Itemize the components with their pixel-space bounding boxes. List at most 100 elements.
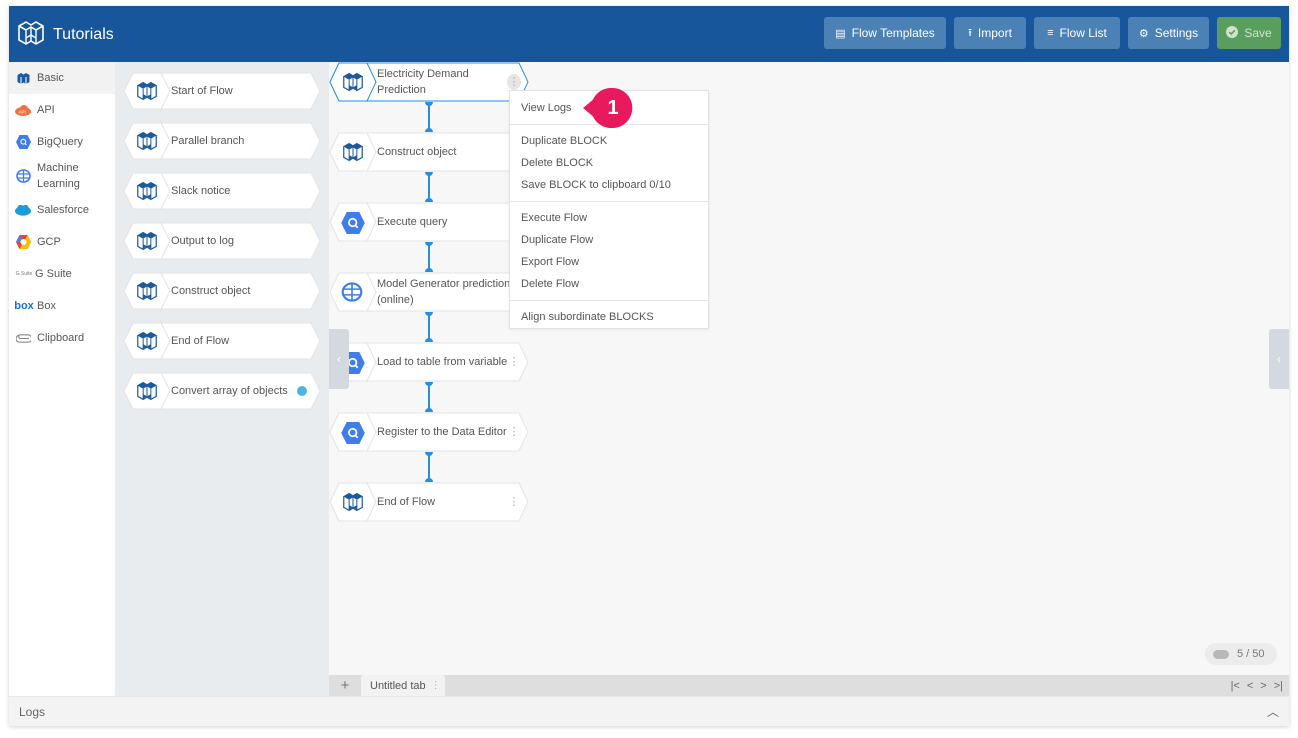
flow-block[interactable]: Construct object⋮ bbox=[329, 132, 529, 172]
logs-panel-bar[interactable]: Logs ︿ bbox=[9, 696, 1289, 726]
menu-item-duplicate-flow[interactable]: Duplicate Flow bbox=[510, 229, 708, 251]
menu-item-duplicate-block[interactable]: Duplicate BLOCK bbox=[510, 130, 708, 152]
tab-untitled[interactable]: Untitled tab ⋮ bbox=[361, 675, 445, 696]
category-machine-learning[interactable]: Machine Learning bbox=[9, 158, 115, 194]
settings-label: Settings bbox=[1154, 26, 1199, 40]
menu-item-delete-flow[interactable]: Delete Flow bbox=[510, 273, 708, 295]
palette-block[interactable]: Construct object bbox=[123, 272, 321, 310]
block-menu-icon[interactable]: ⋮ bbox=[507, 354, 521, 370]
palette-block[interactable]: Output to log bbox=[123, 222, 321, 260]
settings-button[interactable]: ⚙ Settings bbox=[1128, 17, 1209, 49]
bigquery-icon bbox=[341, 212, 365, 237]
block-cube-icon bbox=[135, 281, 159, 304]
last-tab-button[interactable]: >| bbox=[1274, 680, 1283, 692]
category-label: Basic bbox=[37, 72, 64, 84]
category-clipboard[interactable]: Clipboard bbox=[9, 322, 115, 354]
block-cube-icon bbox=[135, 331, 159, 354]
save-button[interactable]: Save bbox=[1217, 17, 1281, 49]
check-circle-icon bbox=[1226, 25, 1239, 41]
block-counter-text: 5 / 50 bbox=[1237, 648, 1265, 660]
chevron-up-icon[interactable]: ︿ bbox=[1267, 697, 1279, 726]
flow-block[interactable]: Load to table from variable ⋮ bbox=[329, 342, 529, 382]
palette-block-label: Slack notice bbox=[171, 185, 231, 197]
expand-properties-button[interactable]: ‹ bbox=[1269, 329, 1289, 389]
flow-block-label: End of Flow bbox=[377, 496, 436, 508]
chevron-left-icon: ‹ bbox=[1277, 352, 1281, 366]
category-box[interactable]: box Box bbox=[9, 290, 115, 322]
logo-cube-icon bbox=[17, 20, 45, 49]
paperclip-icon bbox=[15, 331, 31, 345]
block-cube-icon bbox=[341, 72, 365, 95]
category-sidebar: Basic API API BigQuery Machine Learning … bbox=[9, 62, 115, 696]
block-palette: Start of Flow Parallel branch Slack noti… bbox=[115, 62, 329, 696]
flow-block[interactable]: Model Generator prediction (online)⋮ bbox=[329, 272, 529, 312]
bigquery-icon bbox=[341, 422, 365, 447]
tab-menu-icon[interactable]: ⋮ bbox=[431, 680, 441, 691]
category-label: GCP bbox=[37, 236, 61, 248]
collapse-palette-button[interactable]: ‹ bbox=[329, 329, 349, 389]
import-button[interactable]: ⭱ Import bbox=[954, 17, 1026, 49]
category-bigquery[interactable]: BigQuery bbox=[9, 126, 115, 158]
palette-block-label: End of Flow bbox=[171, 335, 230, 347]
palette-block-label: Start of Flow bbox=[171, 85, 233, 97]
flow-block[interactable]: End of Flow ⋮ bbox=[329, 482, 529, 522]
flow-block[interactable]: Register to the Data Editor ⋮ bbox=[329, 412, 529, 452]
palette-block[interactable]: Convert array of objects bbox=[123, 372, 321, 410]
palette-block[interactable]: Parallel branch bbox=[123, 122, 321, 160]
add-tab-button[interactable]: + bbox=[337, 675, 353, 696]
first-tab-button[interactable]: |< bbox=[1231, 680, 1240, 692]
info-badge-icon[interactable] bbox=[297, 386, 307, 396]
flow-list-button[interactable]: ≡ Flow List bbox=[1034, 17, 1120, 49]
prev-tab-button[interactable]: < bbox=[1247, 680, 1253, 692]
flow-block-label: Load to table from variable bbox=[377, 356, 508, 368]
app-window: Tutorials ▤ Flow Templates ⭱ Import ≡ Fl… bbox=[9, 6, 1289, 726]
template-list-icon: ▤ bbox=[835, 27, 846, 40]
category-salesforce[interactable]: Salesforce bbox=[9, 194, 115, 226]
palette-block-label: Parallel branch bbox=[171, 135, 245, 147]
import-label: Import bbox=[977, 26, 1012, 40]
palette-block[interactable]: End of Flow bbox=[123, 322, 321, 360]
chevron-left-icon: ‹ bbox=[337, 352, 341, 366]
flow-block[interactable]: Electricity Demand Prediction ⋮ bbox=[329, 62, 529, 102]
flow-templates-button[interactable]: ▤ Flow Templates bbox=[824, 17, 946, 49]
bigquery-icon bbox=[15, 135, 31, 149]
flow-templates-label: Flow Templates bbox=[851, 26, 935, 40]
category-gcp[interactable]: GCP bbox=[9, 226, 115, 258]
category-basic[interactable]: Basic bbox=[9, 62, 115, 94]
block-connector bbox=[424, 312, 434, 342]
block-cube-icon bbox=[341, 492, 365, 515]
header-bar: Tutorials ▤ Flow Templates ⭱ Import ≡ Fl… bbox=[9, 6, 1289, 62]
menu-item-save-block-to-clipboard-0-10[interactable]: Save BLOCK to clipboard 0/10 bbox=[510, 174, 708, 196]
category-api[interactable]: API API bbox=[9, 94, 115, 126]
block-cube-icon bbox=[15, 71, 31, 85]
tab-label: Untitled tab bbox=[370, 679, 426, 692]
menu-item-export-flow[interactable]: Export Flow bbox=[510, 251, 708, 273]
menu-divider bbox=[510, 201, 708, 202]
menu-item-delete-block[interactable]: Delete BLOCK bbox=[510, 152, 708, 174]
category-label: Salesforce bbox=[37, 204, 89, 216]
menu-divider bbox=[510, 300, 708, 301]
block-connector bbox=[424, 242, 434, 272]
tab-navigation: |< < > >| bbox=[1231, 675, 1283, 696]
category-label: Box bbox=[37, 300, 56, 312]
palette-block[interactable]: Slack notice bbox=[123, 172, 321, 210]
category-gsuite[interactable]: G Suite G Suite bbox=[9, 258, 115, 290]
step-callout-marker: 1 bbox=[581, 88, 633, 133]
upload-icon: ⭱ bbox=[968, 26, 972, 39]
brain-icon bbox=[341, 282, 363, 305]
menu-item-align-subordinate-blocks[interactable]: Align subordinate BLOCKS bbox=[510, 306, 708, 328]
app-title: Tutorials bbox=[53, 25, 114, 43]
save-label: Save bbox=[1244, 26, 1272, 40]
flow-block[interactable]: Execute query⋮ bbox=[329, 202, 529, 242]
palette-block[interactable]: Start of Flow bbox=[123, 72, 321, 110]
salesforce-cloud-icon bbox=[15, 203, 31, 217]
brand: Tutorials bbox=[17, 20, 114, 49]
block-menu-icon[interactable]: ⋮ bbox=[507, 424, 521, 440]
flow-canvas[interactable]: Electricity Demand Prediction ⋮ Construct… bbox=[329, 62, 1289, 675]
box-logo-icon: box bbox=[14, 300, 34, 312]
next-tab-button[interactable]: > bbox=[1260, 680, 1266, 692]
block-menu-icon[interactable]: ⋮ bbox=[507, 74, 521, 90]
menu-item-execute-flow[interactable]: Execute Flow bbox=[510, 207, 708, 229]
palette-block-label: Convert array of objects bbox=[171, 385, 288, 397]
block-menu-icon[interactable]: ⋮ bbox=[507, 494, 521, 510]
